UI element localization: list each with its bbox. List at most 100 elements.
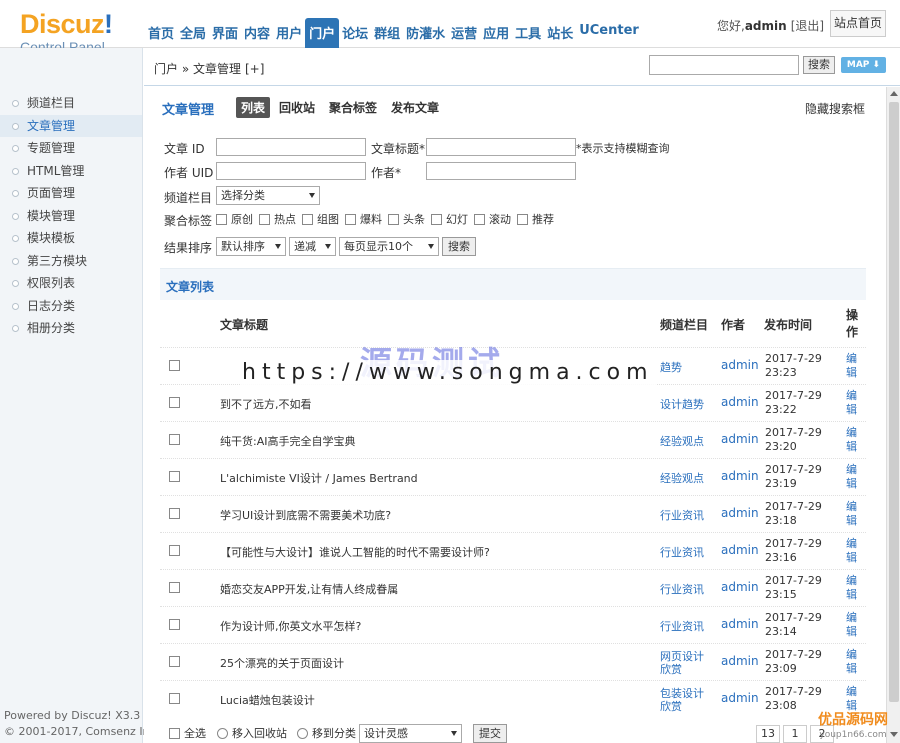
channel-link[interactable]: 行业资讯	[660, 612, 708, 640]
sidebar-item-3[interactable]: HTML管理	[0, 160, 142, 183]
row-checkbox[interactable]	[169, 397, 180, 408]
edit-link[interactable]: 编 辑	[846, 426, 860, 454]
row-checkbox[interactable]	[169, 545, 180, 556]
logout-link[interactable]: [退出]	[791, 19, 824, 33]
channel-link[interactable]: 行业资讯	[660, 538, 708, 566]
tag-checkbox-1[interactable]: 热点	[259, 211, 296, 227]
sidebar-item-7[interactable]: 第三方模块	[0, 250, 142, 273]
sidebar-item-9[interactable]: 日志分类	[0, 295, 142, 318]
move-to-recycle-radio[interactable]: 移入回收站	[217, 725, 287, 741]
submit-button[interactable]: 提交	[473, 724, 507, 743]
channel-link[interactable]: 网页设计 欣赏	[660, 649, 708, 677]
sidebar-item-8[interactable]: 权限列表	[0, 272, 142, 295]
nav-tab-3[interactable]: 内容	[241, 18, 273, 48]
sidebar-item-1[interactable]: 文章管理	[0, 114, 142, 137]
nav-tab-1[interactable]: 全局	[177, 18, 209, 48]
map-button[interactable]: MAP ⬇	[841, 57, 886, 73]
nav-tab-5[interactable]: 门户	[305, 18, 340, 48]
author-link[interactable]: admin	[721, 506, 759, 520]
nav-tab-6[interactable]: 论坛	[339, 18, 371, 48]
breadcrumb-path[interactable]: 门户 » 文章管理	[154, 62, 241, 76]
scrollbar-thumb[interactable]	[889, 102, 899, 702]
scroll-up-icon[interactable]	[890, 91, 898, 96]
nav-tab-8[interactable]: 防灌水	[403, 18, 448, 48]
channel-link[interactable]: 经验观点	[660, 464, 708, 492]
author-uid-input[interactable]	[216, 162, 366, 180]
nav-tab-12[interactable]: 站长	[544, 18, 576, 48]
vertical-scrollbar[interactable]	[886, 87, 900, 743]
article-title-link[interactable]: 纯干货:AI高手完全自学宝典	[220, 433, 355, 449]
tag-checkbox-4[interactable]: 头条	[388, 211, 425, 227]
nav-tab-13[interactable]: UCenter	[576, 18, 642, 48]
article-title-link[interactable]: 作为设计师,你英文水平怎样?	[220, 618, 361, 634]
sort-select[interactable]: 默认排序	[216, 237, 286, 256]
channel-link[interactable]: 行业资讯	[660, 575, 708, 603]
tag-checkbox-7[interactable]: 推荐	[517, 211, 554, 227]
nav-tab-4[interactable]: 用户	[273, 18, 305, 48]
tab-3[interactable]: 发布文章	[386, 97, 444, 118]
tab-2[interactable]: 聚合标签	[324, 97, 382, 118]
hide-search-link[interactable]: 隐藏搜索框	[805, 100, 865, 117]
author-link[interactable]: admin	[721, 543, 759, 557]
sidebar-item-4[interactable]: 页面管理	[0, 182, 142, 205]
channel-link[interactable]: 包装设计 欣赏	[660, 686, 708, 714]
article-title-input[interactable]	[426, 138, 576, 156]
article-title-link[interactable]: 25个漂亮的关于页面设计	[220, 655, 344, 671]
edit-link[interactable]: 编 辑	[846, 611, 860, 639]
sidebar-item-6[interactable]: 模块模板	[0, 227, 142, 250]
order-select[interactable]: 递减	[289, 237, 336, 256]
channel-link[interactable]: 趋势	[660, 353, 708, 381]
move-to-category-radio[interactable]: 移到分类	[297, 725, 356, 741]
edit-link[interactable]: 编 辑	[846, 500, 860, 528]
top-search-input[interactable]	[649, 55, 799, 75]
edit-link[interactable]: 编 辑	[846, 537, 860, 565]
author-link[interactable]: admin	[721, 617, 759, 631]
sidebar-item-10[interactable]: 相册分类	[0, 317, 142, 340]
author-link[interactable]: admin	[721, 395, 759, 409]
channel-link[interactable]: 行业资讯	[660, 501, 708, 529]
edit-link[interactable]: 编 辑	[846, 574, 860, 602]
row-checkbox[interactable]	[169, 508, 180, 519]
sidebar-item-2[interactable]: 专题管理	[0, 137, 142, 160]
tag-checkbox-0[interactable]: 原创	[216, 211, 253, 227]
edit-link[interactable]: 编 辑	[846, 463, 860, 491]
nav-tab-9[interactable]: 运营	[448, 18, 480, 48]
tag-checkbox-2[interactable]: 组图	[302, 211, 339, 227]
nav-tab-11[interactable]: 工具	[512, 18, 544, 48]
author-link[interactable]: admin	[721, 469, 759, 483]
row-checkbox[interactable]	[169, 693, 180, 704]
article-title-link[interactable]: 【可能性与大设计】谁说人工智能的时代不需要设计师?	[220, 544, 490, 560]
row-checkbox[interactable]	[169, 619, 180, 630]
article-id-input[interactable]	[216, 138, 366, 156]
nav-tab-7[interactable]: 群组	[371, 18, 403, 48]
page-link-1[interactable]: 1	[783, 725, 807, 743]
author-link[interactable]: admin	[721, 432, 759, 446]
search-button[interactable]: 搜索	[442, 237, 476, 256]
tag-checkbox-5[interactable]: 幻灯	[431, 211, 468, 227]
row-checkbox[interactable]	[169, 656, 180, 667]
select-all-checkbox[interactable]: 全选	[169, 725, 206, 741]
tab-0[interactable]: 列表	[236, 97, 271, 118]
row-checkbox[interactable]	[169, 471, 180, 482]
edit-link[interactable]: 编 辑	[846, 389, 860, 417]
edit-link[interactable]: 编 辑	[846, 352, 860, 380]
author-link[interactable]: admin	[721, 580, 759, 594]
edit-link[interactable]: 编 辑	[846, 685, 860, 713]
target-category-select[interactable]: 设计灵感	[359, 724, 462, 743]
nav-tab-2[interactable]: 界面	[209, 18, 241, 48]
tag-checkbox-3[interactable]: 爆料	[345, 211, 382, 227]
channel-link[interactable]: 经验观点	[660, 427, 708, 455]
nav-tab-0[interactable]: 首页	[145, 18, 177, 48]
edit-link[interactable]: 编 辑	[846, 648, 860, 676]
author-link[interactable]: admin	[721, 358, 759, 372]
nav-tab-10[interactable]: 应用	[480, 18, 512, 48]
sidebar-item-0[interactable]: 频道栏目	[0, 92, 142, 115]
article-title-link[interactable]: 到不了远方,不如看	[220, 396, 312, 412]
top-search-button[interactable]: 搜索	[803, 56, 835, 74]
author-input[interactable]	[426, 162, 576, 180]
row-checkbox[interactable]	[169, 434, 180, 445]
site-home-button[interactable]: 站点首页	[830, 10, 886, 37]
article-title-link[interactable]: Lucia蜡烛包装设计	[220, 692, 315, 708]
per-page-select[interactable]: 每页显示10个	[339, 237, 439, 256]
channel-select[interactable]: 选择分类	[216, 186, 320, 205]
